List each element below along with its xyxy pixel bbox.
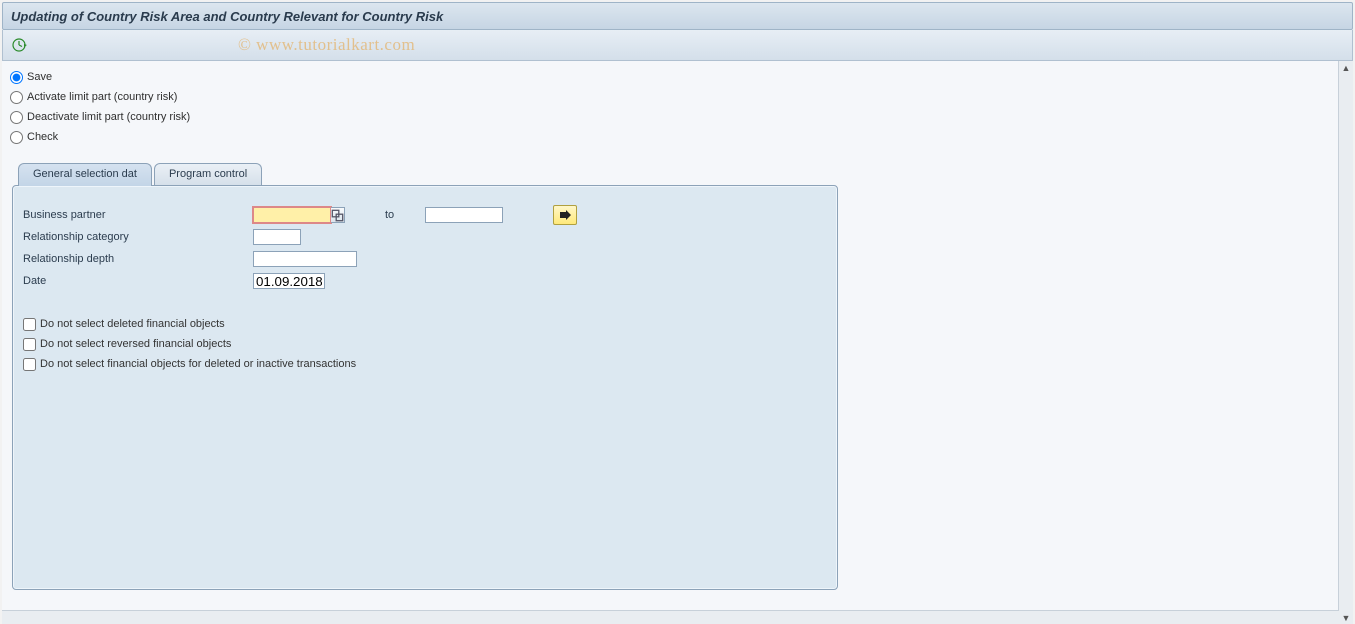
radio-save[interactable] — [10, 71, 23, 84]
scroll-down-icon[interactable]: ▼ — [1339, 611, 1353, 624]
radio-check[interactable] — [10, 131, 23, 144]
chk-no-reversed-label: Do not select reversed financial objects — [40, 338, 231, 350]
relcat-input[interactable] — [253, 229, 301, 245]
tab-strip: General selection dat Program control — [18, 163, 838, 185]
body-area: Save Activate limit part (country risk) … — [2, 61, 1339, 611]
chk-no-deleted-label: Do not select deleted financial objects — [40, 318, 225, 330]
reldepth-label: Relationship depth — [23, 253, 253, 265]
scroll-up-icon[interactable]: ▲ — [1339, 61, 1353, 75]
radio-activate[interactable] — [10, 91, 23, 104]
arrow-right-icon — [558, 210, 572, 220]
watermark: © www.tutorialkart.com — [238, 35, 415, 55]
chk-no-deleted[interactable] — [23, 318, 36, 331]
execute-button[interactable] — [9, 35, 29, 55]
date-label: Date — [23, 275, 253, 287]
execute-icon — [11, 37, 27, 53]
tabs-container: General selection dat Program control Bu… — [12, 163, 838, 590]
title-bar: Updating of Country Risk Area and Countr… — [2, 2, 1353, 30]
action-radio-group: Save Activate limit part (country risk) … — [2, 61, 1339, 157]
radio-deactivate[interactable] — [10, 111, 23, 124]
radio-activate-label: Activate limit part (country risk) — [27, 91, 177, 103]
date-input[interactable] — [253, 273, 325, 289]
bp-label: Business partner — [23, 209, 253, 221]
reldepth-input[interactable] — [253, 251, 357, 267]
tab-program-control[interactable]: Program control — [154, 163, 262, 185]
bp-multiple-selection[interactable] — [553, 205, 577, 225]
radio-check-label: Check — [27, 131, 58, 143]
vertical-scrollbar[interactable]: ▲ ▼ — [1338, 61, 1353, 624]
bp-from-search-help[interactable] — [331, 207, 345, 223]
bp-to-label: to — [385, 209, 425, 221]
horizontal-scrollbar[interactable] — [2, 610, 1339, 624]
bp-from-input[interactable] — [253, 207, 331, 223]
tab-panel-general: Business partner to — [12, 185, 838, 590]
content-area: Save Activate limit part (country risk) … — [2, 61, 1353, 624]
radio-deactivate-label: Deactivate limit part (country risk) — [27, 111, 190, 123]
chk-no-inactive-label: Do not select financial objects for dele… — [40, 358, 356, 370]
bp-to-input[interactable] — [425, 207, 503, 223]
relcat-label: Relationship category — [23, 231, 253, 243]
tab-general-selection[interactable]: General selection dat — [18, 163, 152, 186]
chk-no-reversed[interactable] — [23, 338, 36, 351]
tab-general-label: General selection dat — [33, 168, 137, 180]
tab-program-label: Program control — [169, 168, 247, 180]
chk-no-inactive[interactable] — [23, 358, 36, 371]
search-help-icon — [331, 209, 344, 222]
radio-save-label: Save — [27, 71, 52, 83]
toolbar: © www.tutorialkart.com — [2, 30, 1353, 61]
page-title: Updating of Country Risk Area and Countr… — [11, 9, 443, 24]
